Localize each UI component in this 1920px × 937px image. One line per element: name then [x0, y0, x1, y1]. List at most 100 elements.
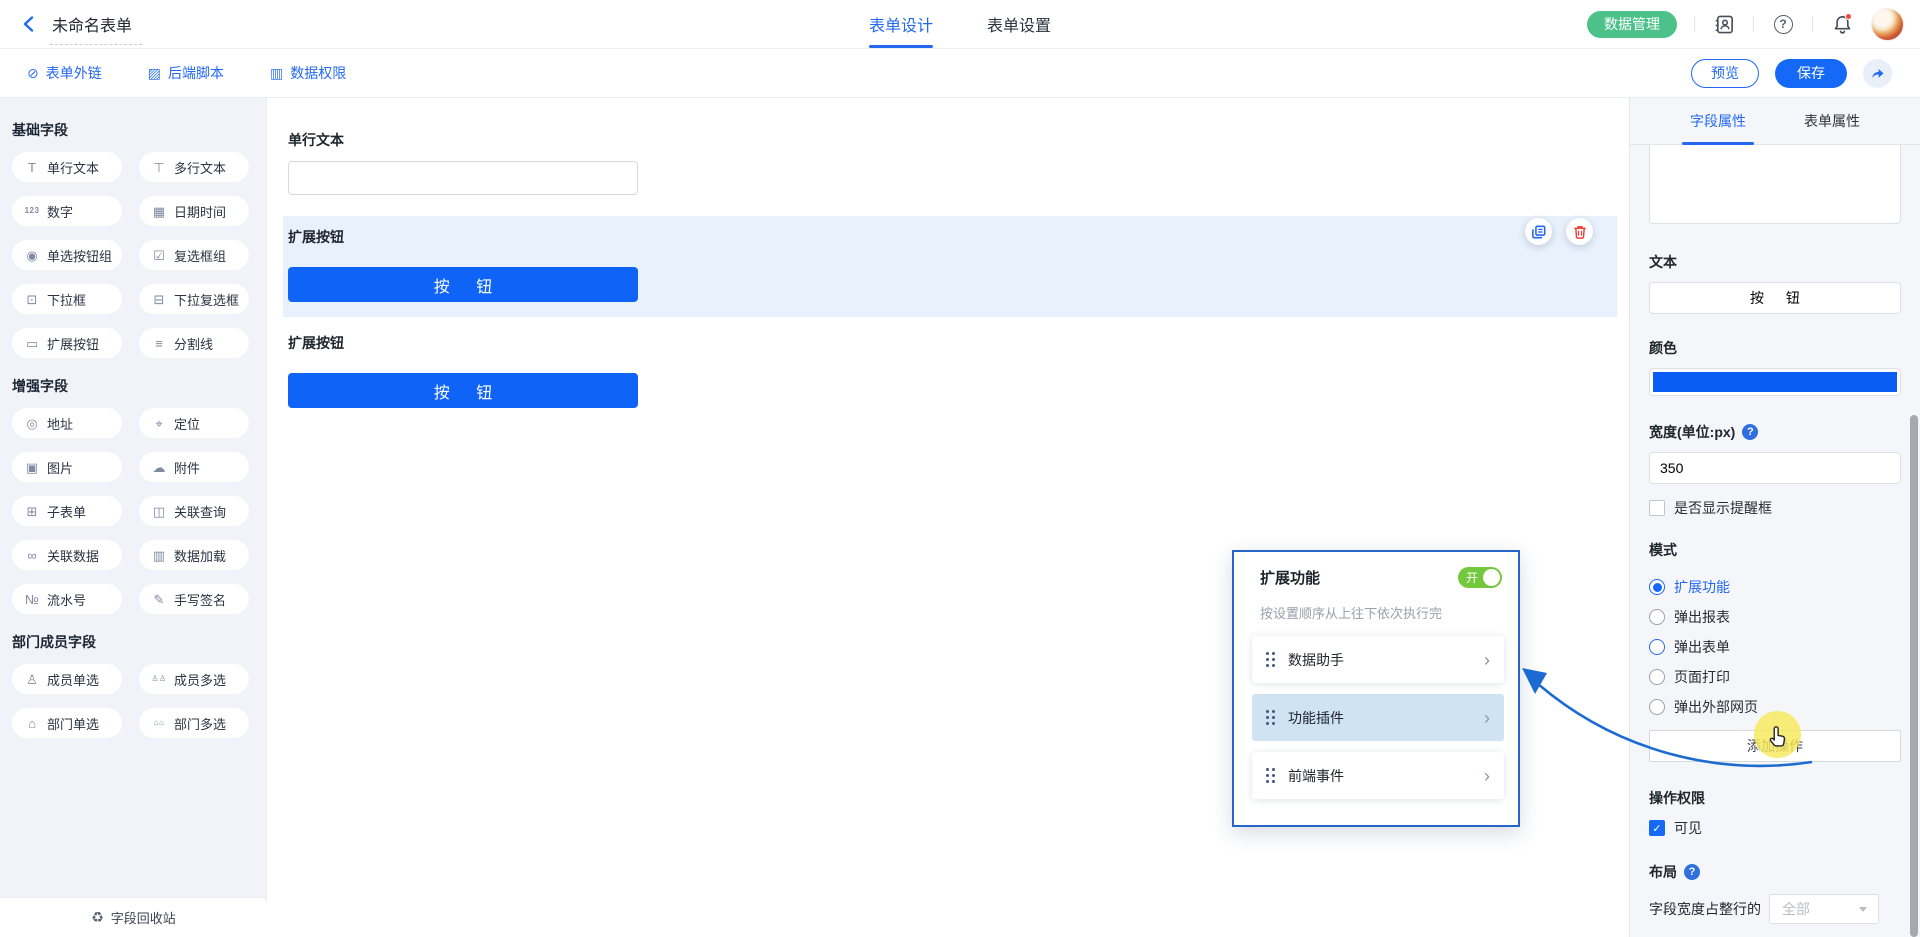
scrolled-textarea[interactable] — [1649, 145, 1901, 224]
toolbar-right-cluster: 预览 保存 — [1691, 58, 1892, 88]
field-pill[interactable]: ▣ 图片 — [12, 452, 122, 482]
field-pill[interactable]: 123 数字 — [12, 196, 122, 226]
width-input[interactable] — [1649, 452, 1901, 484]
field-pill[interactable]: ◎ 地址 — [12, 408, 122, 438]
color-picker[interactable] — [1649, 368, 1901, 396]
vertical-scrollbar[interactable] — [1910, 415, 1918, 937]
field-pill[interactable]: ▦ 日期时间 — [139, 196, 249, 226]
properties-tab[interactable]: 字段属性 — [1682, 98, 1754, 145]
field-pill-icon: ⌂⌂ — [153, 718, 165, 727]
radio-icon[interactable] — [1649, 579, 1665, 595]
field-pill[interactable]: ☁ 附件 — [139, 452, 249, 482]
field-pill[interactable]: T 单行文本 — [12, 152, 122, 182]
field-pill-icon: ≡ — [155, 335, 163, 351]
field-pill[interactable]: ☑ 复选框组 — [139, 240, 249, 270]
field-pill[interactable]: ♙ 成员单选 — [12, 664, 122, 694]
drag-handle-icon[interactable] — [1266, 767, 1275, 784]
mode-radio-row[interactable]: 弹出报表 — [1649, 602, 1901, 632]
field-pill[interactable]: ◉ 单选按钮组 — [12, 240, 122, 270]
drag-handle-icon[interactable] — [1266, 709, 1275, 726]
checkbox-unchecked-icon[interactable] — [1649, 500, 1665, 516]
extension-toggle[interactable]: 开 — [1458, 567, 1502, 588]
toggle-on-label: 开 — [1466, 571, 1479, 585]
field-pill[interactable]: ✎ 手写签名 — [139, 584, 249, 614]
help-icon[interactable]: ? — [1742, 424, 1759, 440]
field-pill[interactable]: ▭ 扩展按钮 — [12, 328, 122, 358]
field-pill-icon: 123 — [24, 206, 40, 215]
field-pill[interactable]: ⊞ 子表单 — [12, 496, 122, 526]
field-pill-icon: ♙♙ — [151, 674, 167, 683]
field-pill-icon: ▥ — [152, 547, 166, 563]
popup-item[interactable]: 前端事件 › — [1252, 752, 1504, 799]
form-title[interactable]: 未命名表单 — [49, 12, 143, 45]
user-avatar[interactable] — [1871, 7, 1904, 41]
field-pill[interactable]: ≡ 分割线 — [139, 328, 249, 358]
help-icon[interactable]: ? — [1684, 864, 1700, 880]
button-text-input[interactable] — [1649, 282, 1901, 314]
checkbox-checked-icon[interactable]: ✓ — [1649, 820, 1665, 836]
drag-handle-icon[interactable] — [1266, 651, 1275, 668]
extend-button[interactable]: 按 钮 — [288, 267, 638, 302]
canvas-field-button-selected[interactable]: 扩展按钮 按 钮 — [283, 216, 1617, 317]
field-pill-icon: ⌂ — [28, 715, 36, 731]
canvas-field-text[interactable]: 单行文本 — [288, 130, 1629, 195]
toolbar-link[interactable]: ▨ 后端脚本 — [148, 63, 224, 83]
field-pill-icon: ∞ — [27, 547, 37, 563]
mode-radio-row[interactable]: 页面打印 — [1649, 662, 1901, 692]
color-label: 颜色 — [1649, 340, 1677, 356]
notification-bell-icon[interactable] — [1830, 12, 1854, 36]
share-icon[interactable] — [1863, 58, 1892, 88]
divider — [1812, 16, 1813, 32]
field-pill[interactable]: ⊤ 多行文本 — [139, 152, 249, 182]
field-pill[interactable]: ⊟ 下拉复选框 — [139, 284, 249, 314]
toolbar-link[interactable]: ▥ 数据权限 — [270, 63, 346, 83]
popup-item[interactable]: 功能插件 › — [1252, 694, 1504, 741]
field-pill[interactable]: ⌂ 部门单选 — [12, 708, 122, 738]
row-width-select[interactable]: 全部 — [1769, 894, 1879, 924]
popup-item[interactable]: 数据助手 › — [1252, 636, 1504, 683]
single-line-text-input[interactable] — [288, 161, 638, 195]
field-pill[interactable]: ⌖ 定位 — [139, 408, 249, 438]
delete-icon[interactable] — [1566, 218, 1593, 245]
field-pill[interactable]: ⌂⌂ 部门多选 — [139, 708, 249, 738]
field-pill[interactable]: ⊡ 下拉框 — [12, 284, 122, 314]
field-pill-icon: ⊞ — [26, 503, 38, 519]
properties-tab[interactable]: 表单属性 — [1804, 98, 1860, 144]
data-manage-button[interactable]: 数据管理 — [1587, 10, 1677, 38]
form-canvas: 单行文本 扩展按钮 按 钮 扩展按钮 按 钮 扩展功能 开 按设置顺序从上往下依… — [267, 98, 1629, 937]
extend-button[interactable]: 按 钮 — [288, 373, 638, 408]
radio-icon[interactable] — [1649, 639, 1665, 655]
visible-checkbox-row[interactable]: ✓ 可见 — [1649, 818, 1901, 838]
canvas-field-button[interactable]: 扩展按钮 按 钮 — [288, 333, 1629, 408]
radio-icon[interactable] — [1649, 699, 1665, 715]
back-button[interactable] — [20, 15, 38, 33]
workspace: 基础字段 T 单行文本 ⊤ 多行文本 123 数字 ▦ 日期时间 ◉ 单选按钮组… — [0, 98, 1920, 937]
field-pill[interactable]: № 流水号 — [12, 584, 122, 614]
help-icon[interactable]: ? — [1771, 12, 1795, 36]
mode-radio-row[interactable]: 弹出表单 — [1649, 632, 1901, 662]
field-pill[interactable]: ∞ 关联数据 — [12, 540, 122, 570]
add-action-button[interactable]: 添加操作 — [1649, 730, 1901, 762]
field-pill-icon: T — [28, 159, 36, 175]
block-actions — [1525, 218, 1593, 245]
recycle-icon: ♻ — [91, 909, 104, 925]
toolbar-link[interactable]: ⊘ 表单外链 — [27, 63, 102, 83]
header-tab[interactable]: 表单设计 — [868, 0, 934, 48]
field-pill[interactable]: ◫ 关联查询 — [139, 496, 249, 526]
field-pill[interactable]: ♙♙ 成员多选 — [139, 664, 249, 694]
field-recycle-bin[interactable]: ♻ 字段回收站 — [0, 897, 267, 937]
preview-button[interactable]: 预览 — [1691, 58, 1759, 88]
field-pill-icon: ✎ — [153, 591, 165, 607]
address-book-icon[interactable] — [1712, 12, 1736, 36]
field-pill-icon: ▣ — [25, 459, 39, 475]
reminder-checkbox-row[interactable]: 是否显示提醒框 — [1649, 498, 1901, 518]
field-pill[interactable]: ▥ 数据加载 — [139, 540, 249, 570]
mode-radio-row[interactable]: 弹出外部网页 — [1649, 692, 1901, 722]
header-tab[interactable]: 表单设置 — [987, 0, 1051, 48]
mode-radio-row[interactable]: 扩展功能 — [1649, 572, 1901, 602]
mode-label: 模式 — [1649, 542, 1677, 558]
save-button[interactable]: 保存 — [1775, 58, 1847, 88]
radio-icon[interactable] — [1649, 669, 1665, 685]
copy-icon[interactable] — [1525, 218, 1552, 245]
radio-icon[interactable] — [1649, 609, 1665, 625]
